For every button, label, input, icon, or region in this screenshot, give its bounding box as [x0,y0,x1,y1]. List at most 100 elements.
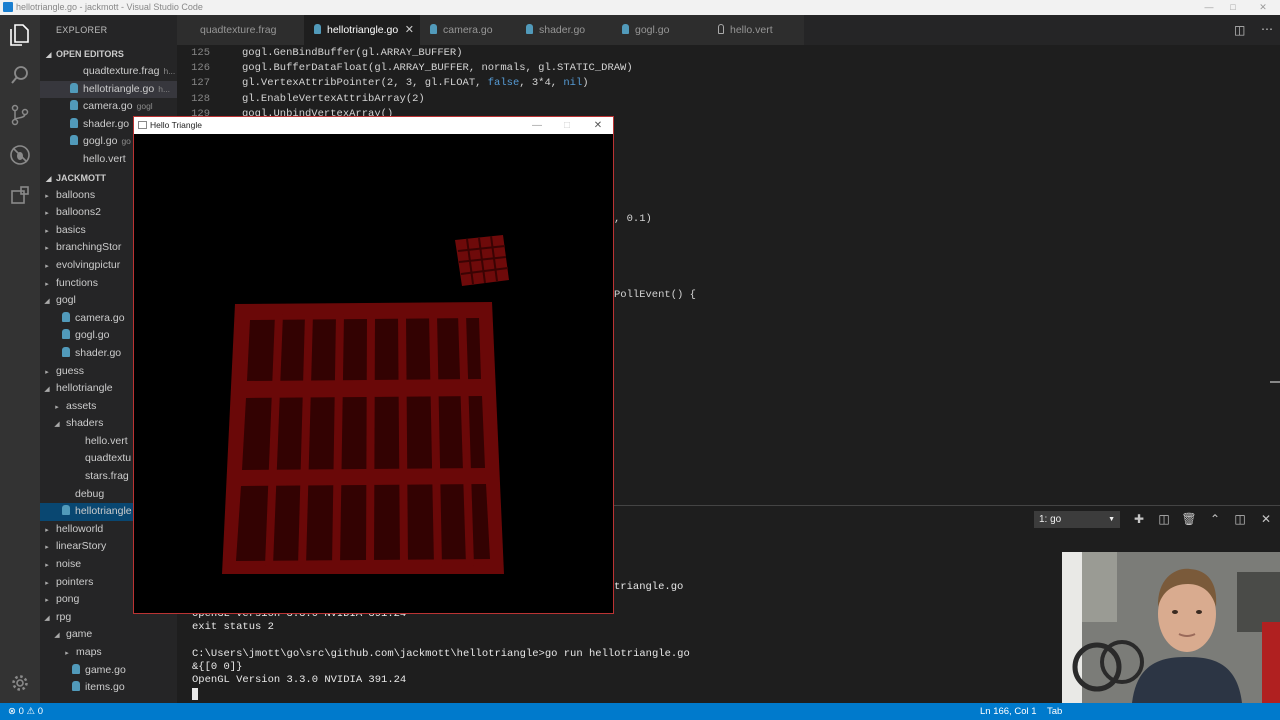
tree-item-label: quadtextu [85,452,132,465]
chevron-down-icon: ◢ [54,421,60,429]
minimize-button[interactable]: — [1196,0,1222,15]
chevron-down-icon: ◢ [44,614,50,622]
app-window-icon [138,121,147,129]
go-file-icon [70,100,78,111]
large-textured-quad [222,302,504,574]
line-number: 125 [191,47,210,59]
tree-file[interactable]: game.go [40,662,177,680]
tree-item-label: stars.frag [85,470,129,483]
tree-item-label: maps [76,646,102,658]
tree-item-label: hello.vert [85,434,128,447]
hello-triangle-window[interactable]: Hello Triangle — □ ✕ [133,116,614,614]
source-control-icon[interactable] [8,103,32,127]
chevron-right-icon: ▸ [45,192,49,200]
open-editor-folder: gogl [136,101,153,112]
chevron-up-icon[interactable]: ⌃ [1206,510,1224,528]
chevron-down-icon: ◢ [44,298,50,306]
open-editors-header[interactable]: ◢ OPEN EDITORS [40,45,177,63]
tab-quadtexture-frag[interactable]: quadtexture.frag [177,15,304,45]
close-button[interactable]: ✕ [1250,0,1276,15]
tree-item-label: debug [75,487,105,500]
terminal-select[interactable]: 1: go ▼ [1034,511,1120,528]
code-fragment: , 0.1) [614,213,652,225]
folder-label: JACKMOTT [56,172,106,183]
indentation-indicator[interactable]: Tab [1047,703,1062,720]
chevron-down-icon: ▼ [1108,516,1115,523]
chevron-down-icon: ◢ [46,52,52,59]
go-file-icon [70,82,78,93]
go-file-icon [72,663,80,674]
chevron-right-icon: ▸ [45,280,49,288]
small-textured-quad [455,235,509,286]
chevron-right-icon: ▸ [45,597,49,605]
go-file-icon [622,24,629,34]
code-line: gogl.BufferDataFloat(gl.ARRAY_BUFFER, no… [242,62,633,74]
file-icon [70,153,78,163]
explorer-icon[interactable] [8,23,32,47]
problems-indicator[interactable]: ⊗ 0 ⚠ 0 [8,703,43,720]
search-icon[interactable] [8,63,32,87]
go-file-icon [70,117,78,128]
render-viewport[interactable] [134,134,613,613]
file-icon [70,65,78,75]
tree-item-label: assets [66,399,97,412]
open-editor-item[interactable]: hellotriangle.go h... [40,80,177,99]
code-token: gl.VertexAttribPointer(2, 3, gl.FLOAT, [242,77,488,90]
tree-file[interactable]: items.go [40,679,177,697]
code-line: gl.VertexAttribPointer(2, 3, gl.FLOAT, f… [242,77,589,89]
split-terminal-icon[interactable]: ◫ [1155,510,1173,528]
error-count: 0 [18,706,24,717]
tree-folder[interactable]: ◢ game [40,626,177,644]
settings-gear-icon[interactable] [8,671,32,695]
open-editor-item[interactable]: camera.go gogl [40,98,177,116]
webcam-overlay [1062,552,1280,703]
trash-icon[interactable]: 🗑 [1180,510,1198,528]
maximize-button[interactable]: □ [1220,0,1246,15]
tab-shader-go[interactable]: shader.go [516,15,612,45]
warning-icon: ⚠ [26,706,36,717]
tab-hello-vert[interactable]: hello.vert [708,15,804,45]
scrollbar-marker[interactable] [1270,381,1280,383]
chevron-right-icon: ▸ [45,210,49,218]
tab-camera-go[interactable]: camera.go [420,15,516,45]
app-window-title: Hello Triangle [150,120,202,130]
code-token: nil [563,77,583,90]
more-actions-icon[interactable]: ⋯ [1261,22,1273,36]
app-minimize-button[interactable]: — [522,117,552,134]
app-window-titlebar[interactable]: Hello Triangle — □ ✕ [134,117,613,134]
file-icon [72,470,80,480]
tab-gogl-go[interactable]: gogl.go [612,15,708,45]
chevron-down-icon: ◢ [44,386,50,394]
editor-tabs: quadtexture.frag hellotriangle.go ✕ camer… [177,15,1280,45]
tab-close-icon[interactable]: ✕ [405,15,414,45]
split-editor-icon[interactable]: ◫ [1234,23,1245,37]
code-token: gogl.GenBindBuffer(gl.ARRAY_BUFFER) [242,47,463,59]
open-editor-label: hellotriangle.go [83,82,155,95]
app-maximize-button[interactable]: □ [552,117,582,134]
open-editor-folder: h... [163,66,176,76]
debug-icon[interactable] [8,143,32,167]
vscode-logo-icon [3,2,13,12]
app-close-button[interactable]: ✕ [583,117,613,134]
tree-item-label: shaders [66,417,104,430]
tab-hellotriangle-go[interactable]: hellotriangle.go ✕ [304,15,420,45]
chevron-right-icon: ▸ [45,544,49,552]
maximize-panel-icon[interactable]: ◫ [1231,510,1249,528]
terminal-cursor [192,688,198,700]
close-panel-icon[interactable]: ✕ [1257,510,1275,528]
code-line: gogl.GenBindBuffer(gl.ARRAY_BUFFER) [242,47,463,59]
explorer-title: EXPLORER [56,25,108,35]
chevron-right-icon: ▸ [45,368,49,376]
chevron-right-icon: ▸ [65,650,69,657]
terminal-select-value: 1: go [1039,514,1062,525]
new-terminal-icon[interactable]: ✚ [1130,510,1148,528]
open-editor-item[interactable]: quadtexture.frag h... [40,63,177,81]
tree-folder[interactable]: ▸ maps [40,644,177,662]
extensions-icon[interactable] [8,183,32,207]
tree-item-label: gogl.go [75,329,110,342]
cursor-position[interactable]: Ln 166, Col 1 [980,703,1037,720]
window-title: hellotriangle.go - jackmott - Visual Stu… [16,2,203,12]
tree-item-label: hellotriangle [56,382,113,395]
chevron-right-icon: ▸ [45,227,49,235]
open-editor-label: hello.vert [83,152,126,165]
